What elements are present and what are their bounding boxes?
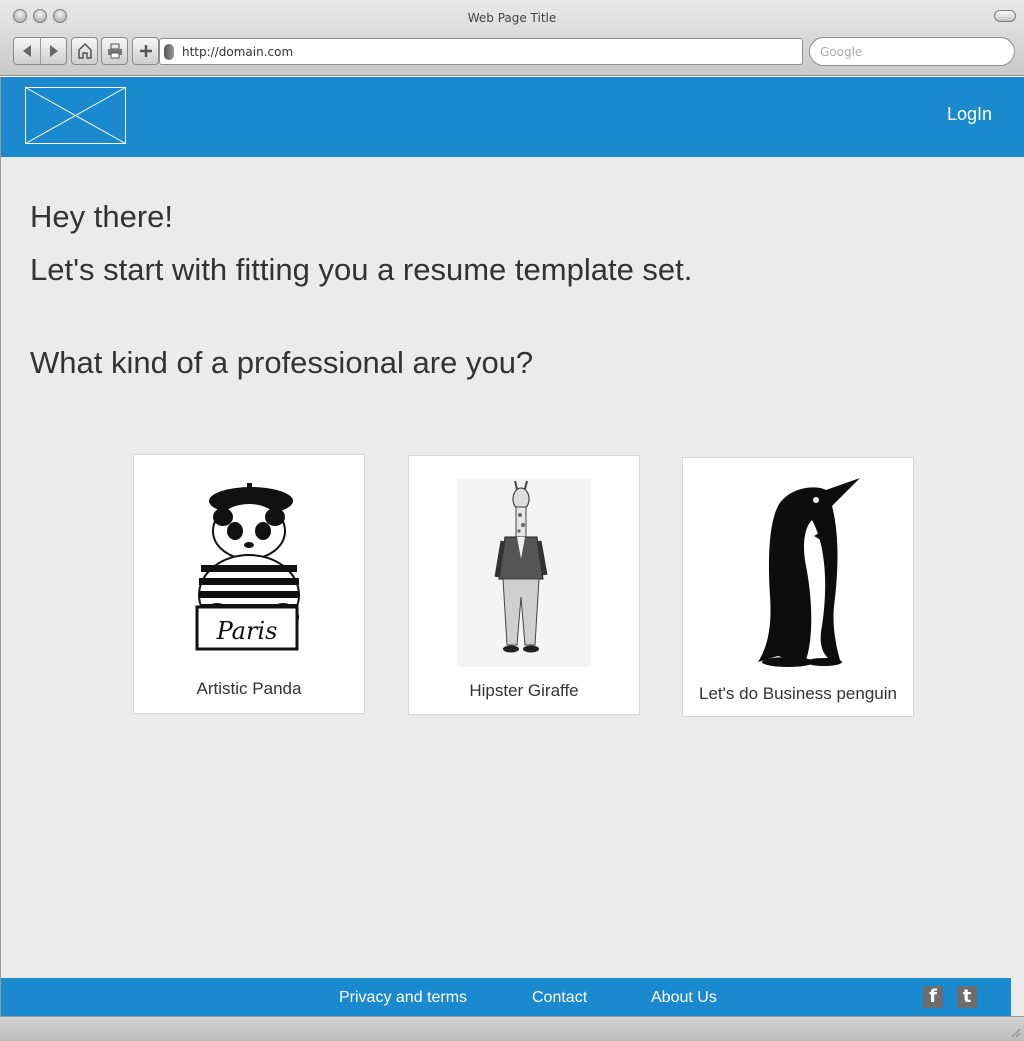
site-header: LogIn	[1, 77, 1024, 157]
printer-icon	[107, 43, 122, 59]
privacy-terms-link[interactable]: Privacy and terms	[339, 989, 467, 1007]
address-bar[interactable]: http://domain.com	[159, 38, 803, 65]
browser-chrome: Web Page Title http://domain.com Google	[0, 0, 1024, 76]
logo-placeholder-icon[interactable]	[25, 87, 126, 144]
option-card-artistic-panda[interactable]: Paris Artistic Panda	[133, 454, 365, 714]
site-footer: Privacy and terms Contact About Us f t	[1, 978, 1011, 1016]
print-button[interactable]	[101, 37, 128, 65]
search-placeholder: Google	[820, 44, 863, 59]
add-bookmark-button[interactable]	[132, 37, 159, 65]
home-icon	[77, 43, 92, 59]
facebook-icon[interactable]: f	[923, 986, 943, 1008]
about-us-link[interactable]: About Us	[651, 989, 717, 1007]
giraffe-illustration	[457, 479, 591, 667]
option-label: Let's do Business penguin	[699, 684, 897, 703]
intro-heading: Let's start with fitting you a resume te…	[30, 252, 693, 287]
site-globe-icon	[164, 43, 174, 60]
contact-link[interactable]: Contact	[532, 989, 587, 1007]
forward-button[interactable]	[40, 38, 66, 64]
back-button[interactable]	[14, 38, 40, 64]
twitter-icon[interactable]: t	[957, 986, 977, 1008]
option-card-hipster-giraffe[interactable]: Hipster Giraffe	[408, 455, 640, 715]
option-label: Hipster Giraffe	[469, 681, 579, 700]
page-viewport: LogIn Hey there! Let's start with fittin…	[0, 77, 1024, 1016]
option-label: Artistic Panda	[196, 679, 302, 698]
hero-text: Hey there! Let's start with fitting you …	[30, 199, 692, 381]
browser-status-bar	[0, 1016, 1024, 1041]
plus-icon	[139, 45, 152, 57]
resize-grip-icon[interactable]	[1009, 1026, 1021, 1038]
url-text: http://domain.com	[182, 44, 294, 59]
browser-search-input[interactable]: Google	[809, 37, 1015, 66]
back-arrow-icon	[23, 45, 31, 57]
history-nav	[13, 37, 67, 65]
svg-text:Paris: Paris	[216, 617, 278, 645]
question-heading: What kind of a professional are you?	[30, 345, 534, 380]
home-button[interactable]	[71, 37, 98, 65]
login-link[interactable]: LogIn	[947, 104, 992, 125]
window-title: Web Page Title	[467, 11, 557, 25]
option-card-business-penguin[interactable]: Let's do Business penguin	[682, 457, 914, 717]
panda-illustration: Paris	[195, 483, 300, 651]
toolbar-toggle-button[interactable]	[994, 10, 1016, 22]
forward-arrow-icon	[49, 45, 58, 57]
greeting-heading: Hey there!	[30, 199, 174, 234]
penguin-illustration	[758, 478, 860, 667]
